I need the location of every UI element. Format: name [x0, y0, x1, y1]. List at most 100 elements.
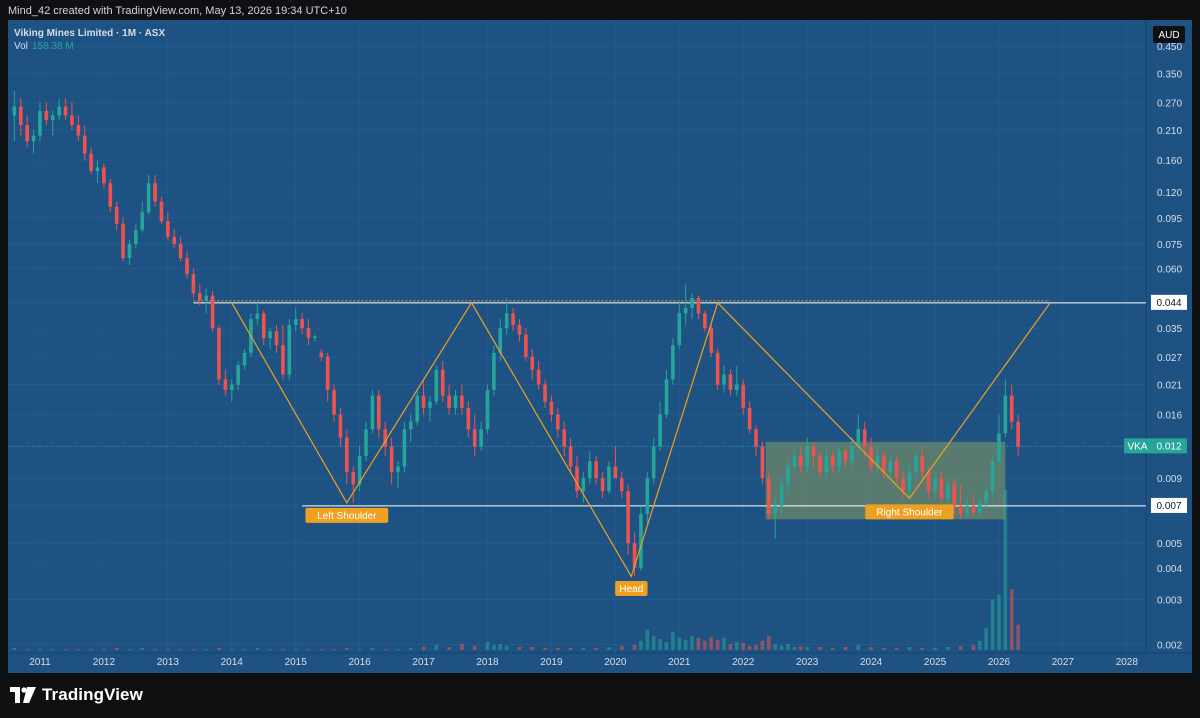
candle-body: [166, 221, 170, 237]
left-shoulder-label: Left Shoulder: [317, 511, 377, 522]
price-chart[interactable]: Left Shoulder Head Right Shoulder 0.450 0.3…: [0, 0, 1200, 718]
candle-body: [223, 379, 228, 390]
candle-body: [466, 407, 471, 430]
time-tick-label: 2011: [29, 657, 51, 668]
price-badge-label: 0.044: [1156, 298, 1181, 309]
candle-body: [715, 352, 720, 385]
volume-bar: [1016, 624, 1020, 650]
candle-body: [818, 455, 822, 473]
volume-bar: [217, 647, 221, 650]
candle-body: [805, 446, 809, 467]
candle-body: [453, 395, 458, 408]
volume-bar: [632, 644, 637, 650]
candle-body: [293, 319, 298, 326]
volume-bar: [50, 648, 55, 650]
candle-body: [95, 167, 100, 172]
candle-body: [402, 429, 407, 467]
candle-body: [351, 472, 356, 485]
candle-body: [332, 389, 336, 415]
price-tick-label: 0.005: [1157, 539, 1182, 550]
volume-bar: [984, 627, 988, 650]
candle-body: [268, 331, 272, 339]
candle-body: [754, 429, 758, 447]
candle-body: [869, 446, 873, 467]
volume-bar: [38, 648, 42, 650]
candle-body: [242, 352, 247, 366]
volume-bar: [76, 648, 81, 650]
candle-body: [50, 115, 55, 121]
brand-footer[interactable]: TradingView: [10, 684, 143, 706]
volume-bar: [894, 647, 899, 650]
candle-body: [747, 407, 752, 430]
candle-body: [830, 455, 835, 467]
symbol-badge-label: VKA: [1127, 441, 1147, 452]
time-tick-label: 2023: [796, 657, 819, 668]
candle-body: [63, 106, 68, 116]
candle-body: [447, 395, 451, 408]
candle-body: [677, 313, 682, 346]
volume-bar: [741, 642, 746, 650]
candle-body: [626, 491, 630, 544]
candle-body: [658, 414, 662, 447]
volume-bar: [485, 641, 490, 650]
candle-body: [766, 478, 771, 515]
candle-body: [178, 243, 183, 259]
candle-body: [319, 352, 324, 357]
candle-body: [127, 243, 132, 259]
volume-bar: [498, 643, 503, 650]
candle-body: [882, 455, 886, 473]
candle-body: [536, 369, 541, 385]
volume-bar: [102, 648, 106, 650]
volume-bar: [293, 648, 298, 650]
candle-body: [325, 356, 330, 390]
volume-bar: [990, 599, 995, 650]
time-tick-label: 2015: [285, 657, 308, 668]
candle-body: [12, 106, 17, 116]
candle-body: [984, 491, 988, 503]
price-tick-label: 0.027: [1157, 353, 1182, 364]
price-tick-label: 0.002: [1157, 640, 1182, 651]
volume-bar: [1009, 589, 1014, 650]
volume-bar: [677, 637, 682, 650]
volume-bar: [709, 636, 714, 650]
candle-body: [114, 206, 119, 224]
candle-body: [856, 429, 861, 447]
volume-bar: [408, 647, 413, 650]
volume-bar: [792, 646, 797, 650]
candle-body: [683, 307, 688, 314]
candle-body: [460, 395, 464, 408]
candle-body: [607, 466, 611, 492]
candle-body: [159, 201, 164, 222]
candle-body: [613, 466, 618, 479]
volume-bar: [396, 648, 400, 650]
volume-bar: [191, 648, 196, 650]
candle-body: [575, 466, 579, 492]
candle-body: [428, 401, 432, 408]
candle-body: [798, 455, 803, 467]
candle-body: [524, 334, 528, 357]
candle-body: [728, 374, 733, 390]
candle-body: [952, 484, 957, 506]
candle-body: [939, 478, 944, 499]
candle-body: [472, 429, 477, 447]
volume-bar: [472, 645, 477, 650]
currency-badge[interactable]: AUD: [1153, 26, 1185, 43]
candle-body: [703, 313, 707, 329]
volume-bar: [773, 643, 777, 650]
candle-body: [619, 478, 624, 492]
volume-bar: [460, 643, 464, 650]
candle-body: [25, 125, 29, 142]
volume-bar: [728, 643, 733, 650]
volume-bar: [703, 640, 707, 650]
candle-body: [837, 451, 841, 467]
candle-body: [811, 446, 816, 456]
time-tick-label: 2028: [1116, 657, 1139, 668]
candle-body: [504, 313, 509, 329]
volume-bar: [760, 640, 765, 650]
price-tick-label: 0.003: [1157, 596, 1182, 607]
price-tick-label: 0.160: [1157, 156, 1182, 167]
price-tick-label: 0.350: [1157, 70, 1182, 81]
volume-bar: [581, 647, 586, 650]
volume-bar: [242, 648, 247, 650]
price-tick-label: 0.120: [1157, 188, 1182, 199]
